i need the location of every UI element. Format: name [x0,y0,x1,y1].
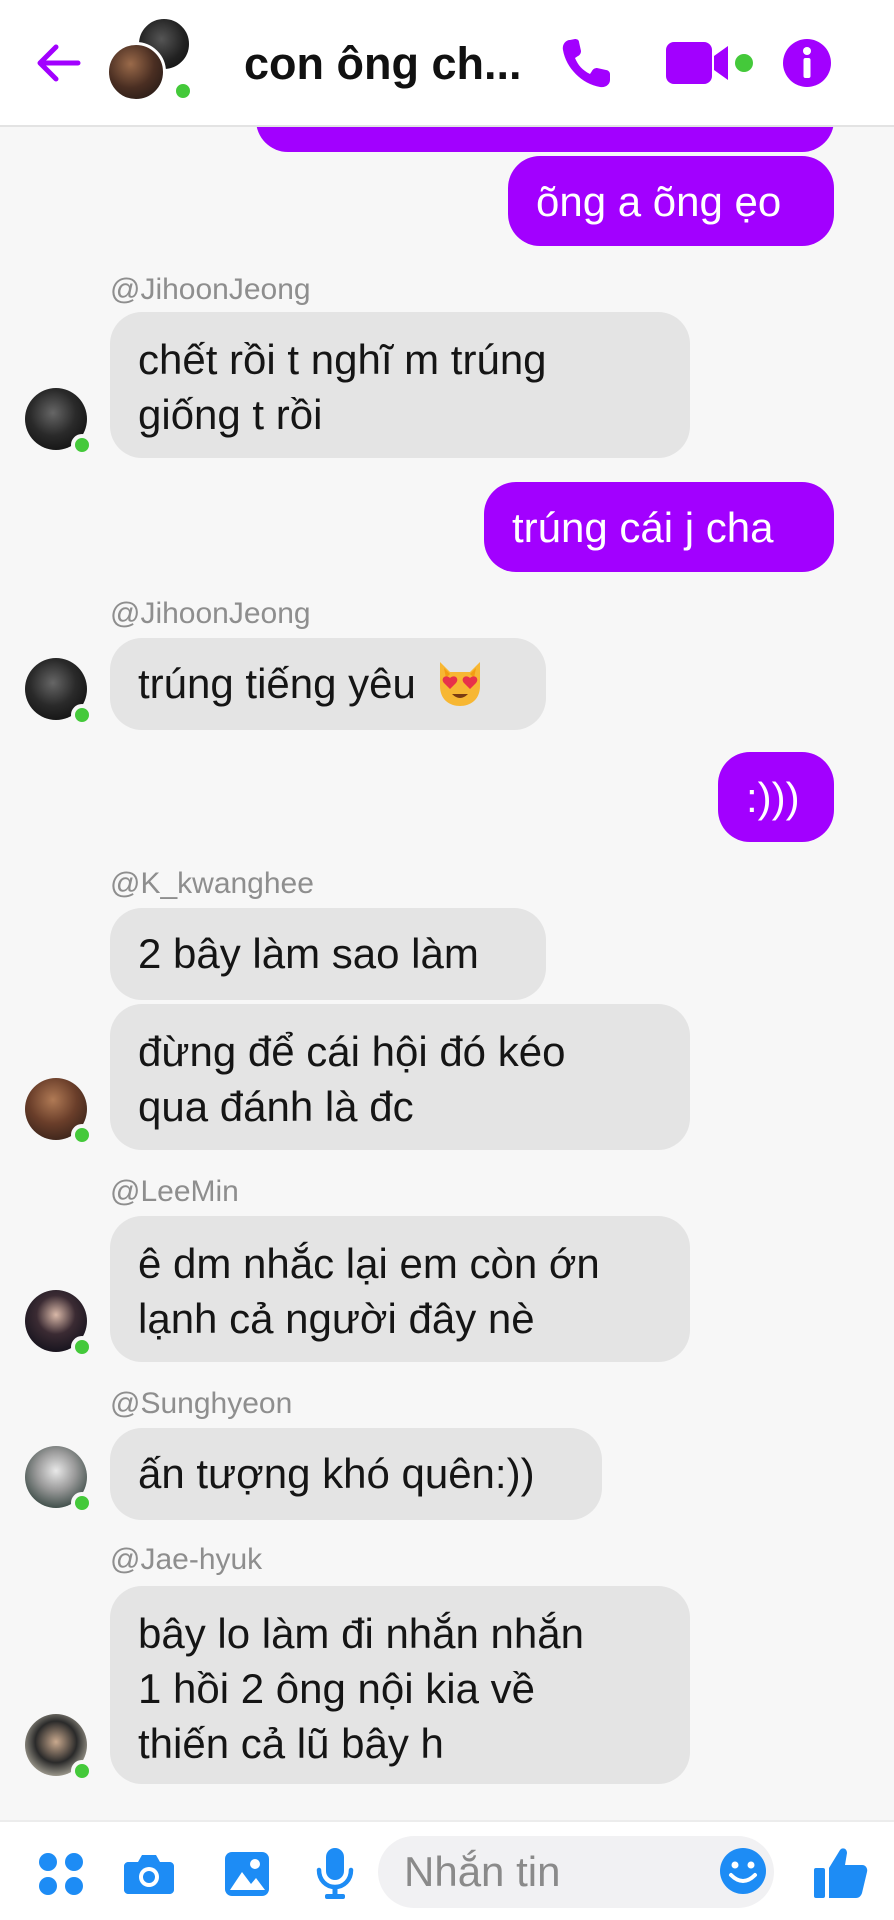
chat-title[interactable]: con ông ch... [244,34,534,94]
sender-name: @LeeMin [110,1175,239,1208]
back-arrow-icon[interactable] [30,34,88,92]
composer-bar [0,1820,894,1920]
video-camera-icon[interactable] [662,34,758,92]
online-indicator [71,1124,93,1146]
avatar[interactable] [25,658,93,726]
sender-name: @Jae-hyuk [110,1543,263,1576]
phone-icon[interactable] [556,34,618,92]
outgoing-message[interactable]: õng a õng ẹo [508,156,834,246]
sender-name: @JihoonJeong [110,273,311,306]
avatar[interactable] [25,1714,93,1782]
incoming-message[interactable]: bây lo làm đi nhắn nhắn 1 hồi 2 ông nội … [110,1586,690,1784]
chat-header: con ông ch... [0,0,894,127]
outgoing-message[interactable]: :))) [718,752,834,842]
gallery-icon[interactable] [222,1844,272,1902]
online-indicator [71,1492,93,1514]
sender-name: @Sunghyeon [110,1387,293,1420]
heart-eyes-cat-emoji [439,662,480,706]
online-indicator [71,1760,93,1782]
avatar[interactable] [25,1078,93,1146]
avatar[interactable] [25,388,93,456]
incoming-message[interactable]: đừng để cái hội đó kéo qua đánh là đc [110,1004,690,1150]
incoming-message[interactable]: ê dm nhắc lại em còn ớn lạnh cả người đâ… [110,1216,690,1362]
chat-screen: õng a õng ẹo @JihoonJeong chết rồi t ngh… [0,0,894,1920]
thumbs-up-icon[interactable] [810,1844,870,1902]
message-input[interactable] [404,1842,704,1902]
online-indicator [71,1336,93,1358]
avatar[interactable] [25,1290,93,1358]
incoming-message[interactable]: chết rồi t nghĩ m trúng giống t rồi [110,312,690,458]
apps-icon[interactable] [36,1844,86,1902]
incoming-message[interactable]: 2 bây làm sao làm [110,908,546,1000]
message-input-box[interactable] [378,1836,774,1908]
message-list[interactable]: õng a õng ẹo @JihoonJeong chết rồi t ngh… [0,0,894,1820]
online-indicator [71,704,93,726]
camera-icon[interactable] [122,1844,176,1902]
sender-name: @JihoonJeong [110,597,311,630]
online-indicator [172,80,194,102]
incoming-message[interactable]: trúng tiếng yêu [110,638,546,730]
group-avatar[interactable] [106,16,196,106]
emoji-icon[interactable] [716,1844,770,1898]
avatar[interactable] [25,1446,93,1514]
outgoing-message[interactable]: trúng cái j cha [484,482,834,572]
sender-name: @K_kwanghee [110,867,314,900]
online-indicator [71,434,93,456]
incoming-message[interactable]: ấn tượng khó quên:)) [110,1428,602,1520]
info-icon[interactable] [776,34,838,92]
microphone-icon[interactable] [312,1844,358,1902]
member-photo [106,42,166,102]
